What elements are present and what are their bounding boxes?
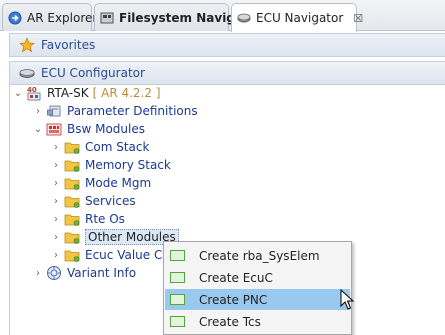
tree-label: Mode Mgm [85, 176, 152, 190]
tree-item-rta-sk[interactable]: ⌄ 40 RTA-SK [ AR 4.2.2 ] [12, 84, 161, 102]
tree-label: Memory Stack [85, 158, 171, 172]
chevron-right-icon[interactable]: › [32, 102, 44, 120]
ecu-navigator-icon [237, 13, 251, 23]
folder-icon [64, 178, 80, 190]
chevron-down-icon[interactable]: ⌄ [32, 120, 44, 138]
tree-item-variant-info[interactable]: › Variant Info [32, 264, 136, 282]
tree-item-memory-stack[interactable]: › Memory Stack [50, 156, 171, 174]
chevron-down-icon[interactable]: ⌄ [12, 84, 24, 102]
variant-info-icon [47, 266, 61, 280]
context-menu: Create rba_SysElem Create EcuC Create PN… [163, 241, 352, 335]
chevron-right-icon[interactable]: › [50, 228, 62, 246]
ecu-configurator-section[interactable]: ECU Configurator [9, 61, 445, 85]
ecu-configurator-label: ECU Configurator [41, 66, 145, 80]
tree-item-bsw-modules[interactable]: ⌄ Bsw Modules [32, 120, 145, 138]
chevron-right-icon[interactable]: › [50, 174, 62, 192]
chevron-right-icon[interactable]: › [50, 246, 62, 264]
chevron-right-icon[interactable]: › [50, 210, 62, 228]
bsw-modules-icon [46, 123, 62, 136]
tab-label: AR Explorer [27, 10, 98, 25]
star-icon [19, 37, 35, 53]
tree-label: Services [85, 194, 136, 208]
chevron-right-icon[interactable]: › [32, 264, 44, 282]
tree-item-rte-os[interactable]: › Rte Os [50, 210, 125, 228]
menu-item-create-rba-syselem[interactable]: Create rba_SysElem [165, 245, 350, 266]
folder-icon [64, 232, 80, 244]
menu-item-label: Create Tcs [199, 314, 261, 329]
parameter-definitions-icon [47, 105, 61, 117]
tree-item-ecuc-value-coll[interactable]: › Ecuc Value Coll [50, 246, 176, 264]
tab-ecu-navigator[interactable]: ECU Navigator ☒ [231, 3, 363, 32]
create-element-icon [170, 250, 185, 261]
tree-label: RTA-SK [47, 86, 89, 100]
menu-item-create-ecuc[interactable]: Create EcuC [165, 267, 350, 288]
tree-label: Variant Info [67, 266, 137, 280]
folder-icon [64, 250, 80, 262]
tree-label: Rte Os [85, 212, 125, 226]
create-element-icon [170, 316, 185, 327]
tree-label: Parameter Definitions [67, 104, 198, 118]
tab-ar-explorer[interactable]: AR Explorer [2, 3, 97, 31]
explorer-arrow-icon [8, 11, 22, 24]
tree-item-com-stack[interactable]: › Com Stack [50, 138, 149, 156]
mouse-pointer-icon [340, 289, 354, 310]
tree-item-services[interactable]: › Services [50, 192, 136, 210]
menu-item-label: Create rba_SysElem [199, 248, 320, 263]
project-40-icon: 40 [27, 86, 41, 101]
ecu-configurator-icon [19, 69, 35, 78]
tree-item-parameter-definitions[interactable]: › Parameter Definitions [32, 102, 198, 120]
folder-icon [64, 196, 80, 208]
filesystem-icon [100, 12, 114, 23]
chevron-right-icon[interactable]: › [50, 156, 62, 174]
create-element-icon [170, 272, 185, 283]
menu-item-create-tcs[interactable]: Create Tcs [165, 311, 350, 332]
menu-item-label: Create PNC [199, 292, 268, 307]
favorites-section[interactable]: Favorites [9, 33, 445, 57]
tree-label: Bsw Modules [67, 122, 145, 136]
folder-icon [64, 214, 80, 226]
menu-item-create-pnc[interactable]: Create PNC [165, 289, 350, 310]
folder-icon [64, 142, 80, 154]
close-icon[interactable]: ☒ [353, 12, 363, 25]
tree-item-other-modules[interactable]: › Other Modules [50, 228, 179, 246]
favorites-label: Favorites [41, 38, 96, 52]
chevron-right-icon[interactable]: › [50, 138, 62, 156]
tree-item-mode-mgm[interactable]: › Mode Mgm [50, 174, 151, 192]
autosar-version: [ AR 4.2.2 ] [92, 86, 161, 100]
tab-label: ECU Navigator [256, 11, 344, 25]
tab-filesystem-navigator[interactable]: Filesystem Navigator [94, 3, 263, 31]
view-tab-bar: AR Explorer Filesystem Navigator ECU Nav… [0, 0, 445, 32]
chevron-right-icon[interactable]: › [50, 192, 62, 210]
create-element-icon [170, 294, 185, 305]
menu-item-label: Create EcuC [199, 270, 273, 285]
tree-label: Com Stack [85, 140, 150, 154]
folder-icon [64, 160, 80, 172]
